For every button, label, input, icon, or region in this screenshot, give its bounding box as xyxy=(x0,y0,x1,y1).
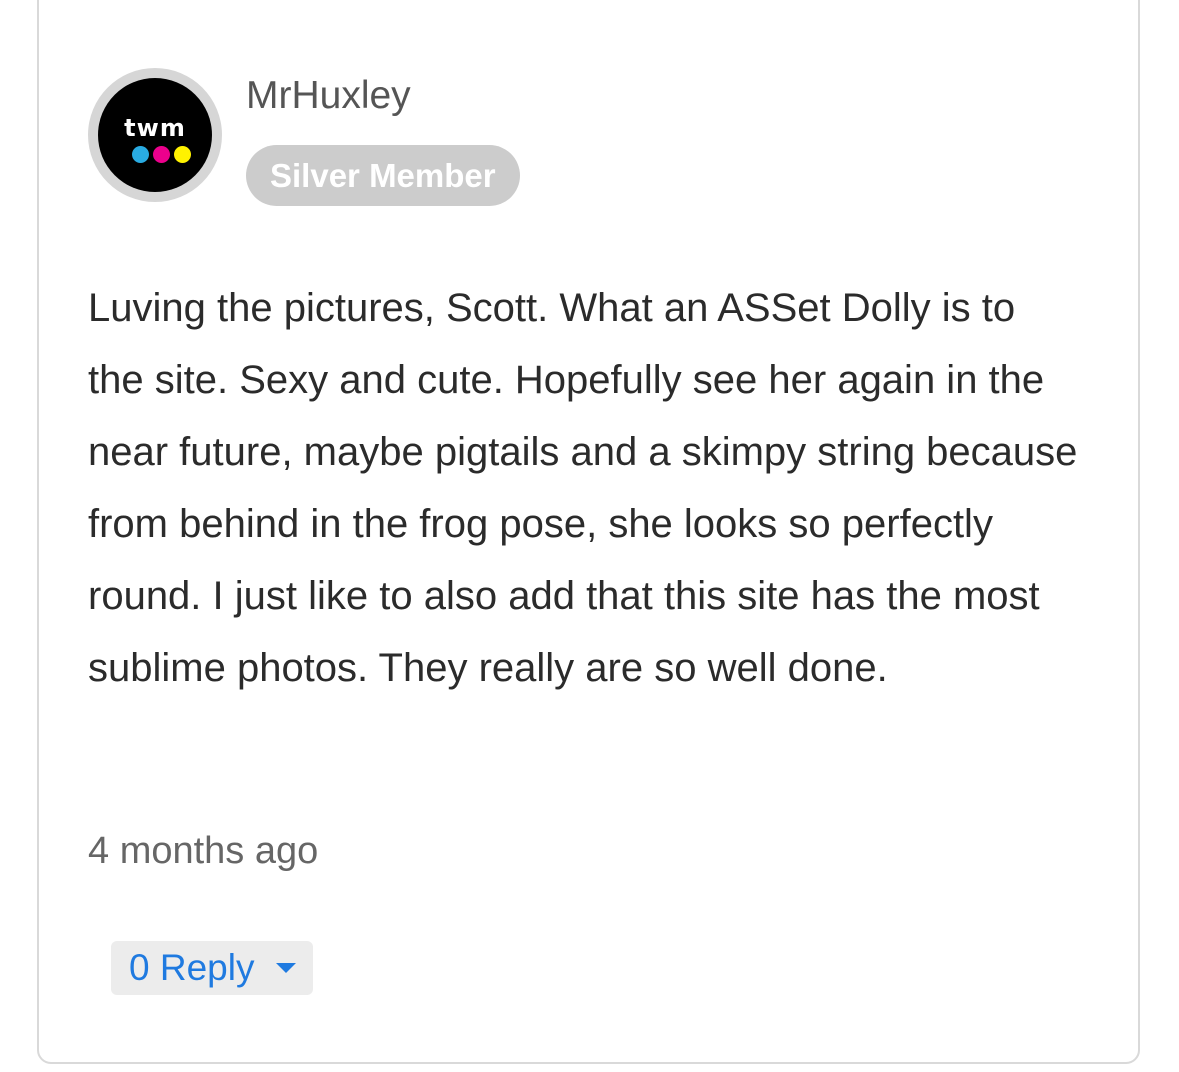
reply-label: Reply xyxy=(159,947,255,988)
caret-down-icon xyxy=(276,963,296,973)
comment-timestamp[interactable]: 4 months ago xyxy=(88,826,318,876)
comment-text: Luving the pictures, Scott. What an ASSe… xyxy=(88,286,1078,690)
avatar-logo-dots xyxy=(132,146,192,166)
reply-count: 0 xyxy=(129,947,150,988)
avatar-logo-text: twm xyxy=(124,114,186,142)
comment-username[interactable]: MrHuxley xyxy=(246,74,411,118)
yellow-dot xyxy=(174,146,191,163)
member-status-badge: Silver Member xyxy=(246,145,520,206)
magenta-dot xyxy=(153,146,170,163)
cyan-dot xyxy=(132,146,149,163)
avatar-logo: twm xyxy=(98,78,212,192)
user-avatar[interactable]: twm xyxy=(88,68,222,202)
reply-button[interactable]: 0 Reply xyxy=(111,941,313,995)
